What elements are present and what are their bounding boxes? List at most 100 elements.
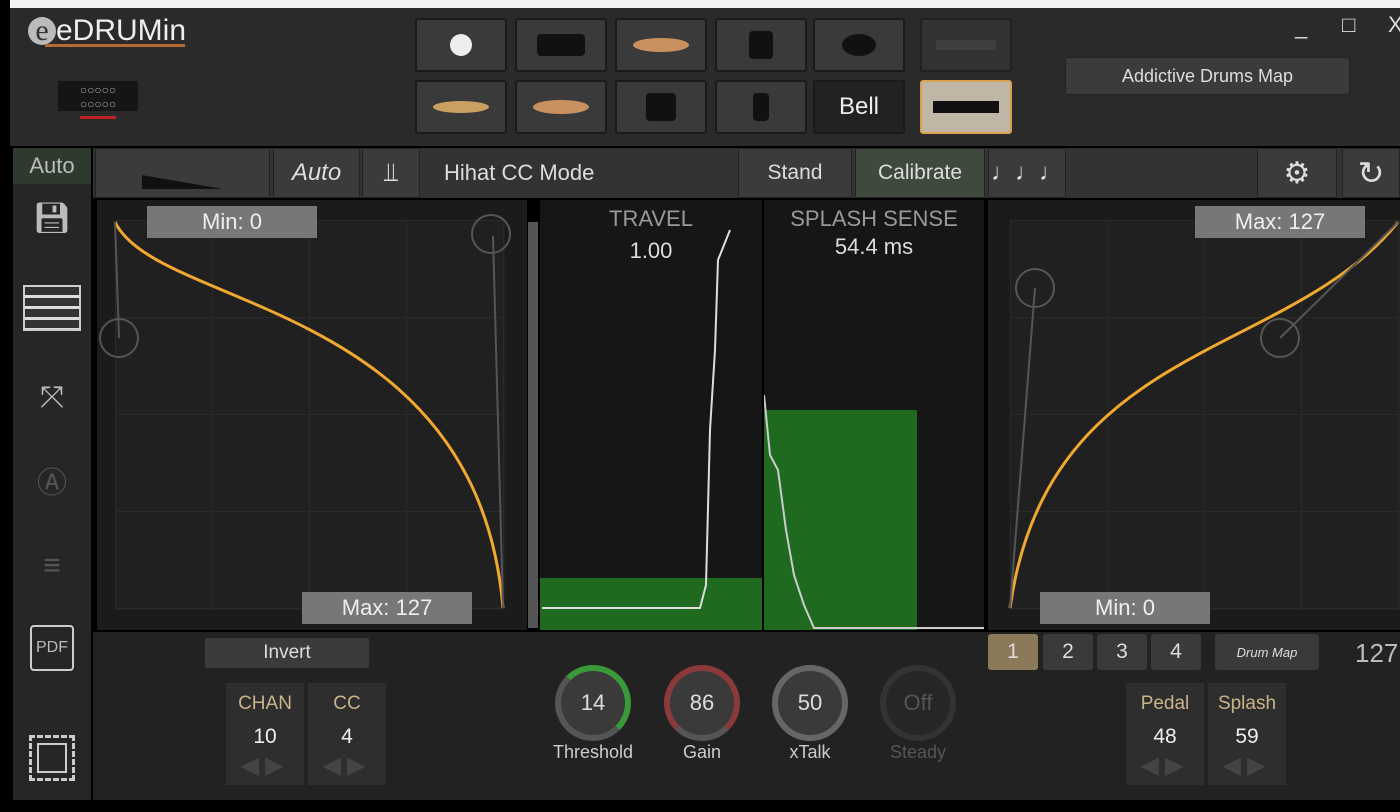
- stand-button[interactable]: Stand: [738, 148, 852, 198]
- pad-crash[interactable]: [515, 80, 607, 134]
- pedal-label: Pedal: [1140, 693, 1190, 714]
- auto-a-icon[interactable]: Ⓐ: [13, 452, 91, 508]
- tom-icon: [749, 31, 773, 59]
- value-readout: 127: [1355, 638, 1399, 668]
- refresh-icon[interactable]: ↻: [1342, 148, 1400, 198]
- pad-bell[interactable]: Bell: [813, 80, 905, 134]
- pedal-icon: [933, 101, 999, 113]
- pad-cymbal[interactable]: [615, 18, 707, 72]
- chan-arrows[interactable]: ◀▶: [226, 751, 304, 780]
- pad-pedal-top[interactable]: [920, 18, 1012, 72]
- cc-stepper[interactable]: CC 4 ◀▶: [308, 683, 386, 785]
- pad-hihat-pedal[interactable]: [920, 80, 1012, 134]
- pedal-stepper[interactable]: Pedal 48 ◀▶: [1126, 683, 1204, 785]
- page-3-button[interactable]: 3: [1097, 634, 1147, 670]
- pedal-icon: [141, 175, 224, 189]
- pad-snare[interactable]: [515, 18, 607, 72]
- splash-label: Splash: [1217, 693, 1277, 714]
- chan-value: 10: [253, 725, 277, 748]
- left-curve[interactable]: [97, 200, 527, 630]
- left-curve-line: [113, 221, 505, 609]
- pad-kick[interactable]: [415, 18, 507, 72]
- page-4-button[interactable]: 4: [1151, 634, 1201, 670]
- splash-line: [764, 394, 984, 629]
- minimize-button[interactable]: _: [1295, 14, 1307, 40]
- pad-tom2[interactable]: [615, 80, 707, 134]
- pad-icon: [842, 34, 876, 56]
- close-button[interactable]: X: [1388, 12, 1400, 38]
- splash-stepper[interactable]: Splash 59 ◀▶: [1208, 683, 1286, 785]
- mode-label: Hihat CC Mode: [444, 160, 595, 185]
- xtalk-knob[interactable]: 50: [772, 665, 848, 741]
- gain-knob[interactable]: 86: [664, 665, 740, 741]
- logo-text: eDRUMin: [56, 14, 187, 47]
- cc-arrows[interactable]: ◀▶: [308, 751, 386, 780]
- routing-icon[interactable]: ⤧: [13, 370, 91, 426]
- threshold-knob[interactable]: 14: [555, 665, 631, 741]
- save-icon[interactable]: 💾︎: [13, 190, 91, 246]
- xtalk-label: xTalk: [789, 742, 831, 762]
- gear-icon[interactable]: ⚙: [1257, 148, 1337, 198]
- invert-button[interactable]: Invert: [204, 637, 370, 669]
- left-max-label: Max: 127: [302, 592, 472, 624]
- chip-icon[interactable]: [13, 730, 91, 786]
- right-handle-line-b: [1279, 221, 1399, 339]
- addictive-drums-map-button[interactable]: Addictive Drums Map: [1065, 57, 1350, 95]
- status-indicator: [80, 116, 116, 119]
- calibrate-button[interactable]: Calibrate: [855, 148, 985, 198]
- menu-lines-icon[interactable]: ≡: [13, 538, 91, 594]
- travel-value: 1.00: [629, 238, 673, 263]
- pedal-arrows[interactable]: ◀▶: [1126, 751, 1204, 780]
- steady-knob[interactable]: Off: [880, 665, 956, 741]
- pedal-icon: [936, 40, 996, 50]
- page-1-button[interactable]: 1: [988, 634, 1038, 670]
- left-handle-line: [114, 221, 120, 339]
- right-handle: [471, 214, 511, 254]
- tom-icon: [646, 93, 676, 121]
- pad-tom[interactable]: [715, 18, 807, 72]
- pedal-value: 48: [1153, 725, 1177, 748]
- right-curve[interactable]: [988, 200, 1400, 630]
- travel-scrollbar[interactable]: [528, 222, 538, 628]
- splash-value: 54.4 ms: [834, 234, 914, 259]
- pad-hihat[interactable]: [415, 80, 507, 134]
- travel-graph: [542, 229, 731, 609]
- chan-label: CHAN: [238, 693, 292, 714]
- pdf-icon[interactable]: PDF: [13, 620, 91, 676]
- maximize-button[interactable]: □: [1342, 12, 1355, 38]
- right-max-label: Max: 127: [1195, 206, 1365, 238]
- gain-label: Gain: [682, 742, 722, 762]
- splash-value-box: 59: [1235, 725, 1259, 748]
- logo-underline: [45, 44, 185, 47]
- logo: e eDRUMin: [28, 14, 186, 48]
- list-icon[interactable]: [13, 280, 91, 336]
- auto-button[interactable]: Auto: [273, 148, 360, 198]
- top-strip: [10, 0, 1400, 8]
- right-handle-line-a: [1009, 287, 1036, 609]
- snare-icon: [537, 34, 585, 56]
- notes-button[interactable]: ♩♩♩: [988, 148, 1066, 198]
- threshold-label: Threshold: [552, 742, 634, 762]
- connector-icon: ○○○○○ ○○○○○: [58, 81, 138, 111]
- left-min-label: Min: 0: [147, 206, 317, 238]
- drum-map-button[interactable]: Drum Map: [1215, 634, 1319, 670]
- cymbal-icon: [633, 38, 689, 52]
- chan-stepper[interactable]: CHAN 10 ◀▶: [226, 683, 304, 785]
- kick-icon: [450, 34, 472, 56]
- steady-label: Steady: [889, 742, 947, 762]
- cc-value: 4: [341, 725, 353, 748]
- hihat-icon: [433, 101, 489, 113]
- pad-tom3[interactable]: [715, 80, 807, 134]
- travel-title: TRAVEL: [609, 206, 693, 231]
- crash-icon: [533, 100, 589, 114]
- tom-icon: [753, 93, 769, 121]
- cc-label: CC: [333, 693, 361, 714]
- splash-title: SPLASH SENSE: [790, 206, 958, 231]
- page-2-button[interactable]: 2: [1043, 634, 1093, 670]
- sidebar-auto[interactable]: Auto: [13, 148, 91, 184]
- splash-arrows[interactable]: ◀▶: [1208, 751, 1286, 780]
- splash-graph: [764, 394, 984, 629]
- pad-pad[interactable]: [813, 18, 905, 72]
- pedal-mode-button[interactable]: [95, 148, 270, 198]
- hihat-stand-icon: ⫫: [362, 148, 420, 198]
